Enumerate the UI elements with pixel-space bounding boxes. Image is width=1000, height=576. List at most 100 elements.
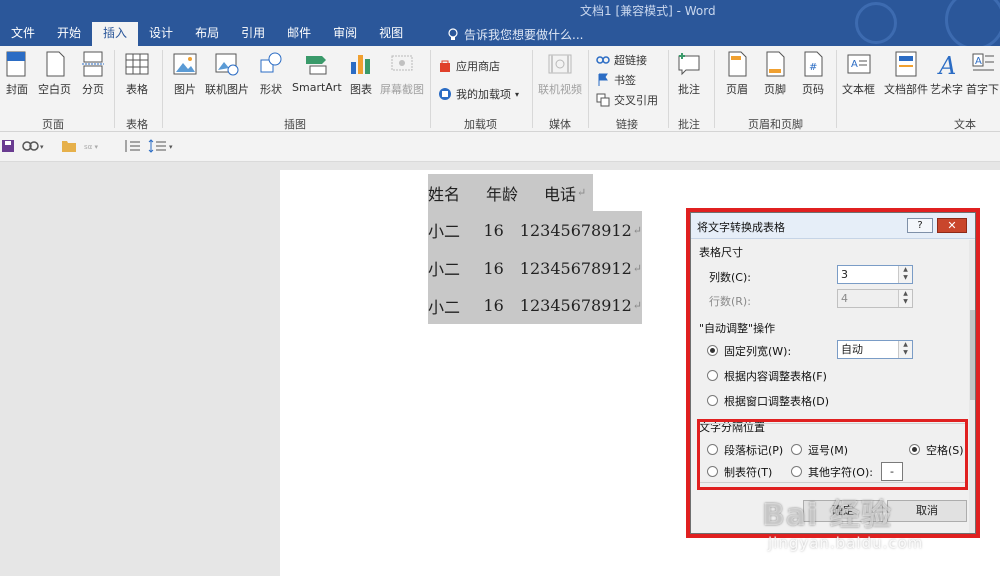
document-line-header[interactable]: 姓名 年龄 电话 ↵ (428, 174, 593, 211)
document-line[interactable]: 小二 16 12345678912 ↵ (428, 249, 642, 287)
tell-me-box[interactable]: 告诉我您想要做什么... (446, 26, 583, 43)
spinner-arrows-icon[interactable]: ▲ ▼ (898, 290, 912, 307)
lightbulb-icon (448, 27, 458, 40)
quick-access-toolbar: ▾ sα ▾ ▾ (0, 132, 1000, 162)
tell-me-text: 告诉我您想要做什么... (464, 28, 584, 42)
table-button[interactable]: 表格 (124, 50, 150, 97)
tab-layout[interactable]: 布局 (184, 22, 230, 46)
paragraph-mark: ↵ (632, 223, 642, 237)
cancel-button[interactable]: 取消 (887, 500, 967, 522)
tab-mailings[interactable]: 邮件 (276, 22, 322, 46)
picture-button[interactable]: 图片 (172, 50, 198, 97)
radio-fit-content[interactable] (707, 370, 718, 381)
quick-parts-button[interactable]: 文档部件 (884, 50, 928, 97)
tab-file[interactable]: 文件 (0, 22, 46, 46)
document-line[interactable]: 小二 16 12345678912 ↵ (428, 287, 642, 324)
baidu-watermark-logo: Bai 经验 (762, 498, 892, 533)
document-line[interactable]: 小二 16 12345678912 ↵ (428, 211, 642, 249)
my-addins-button[interactable]: 我的加载项 ▾ (438, 86, 519, 102)
indent-icon[interactable] (124, 138, 142, 154)
bookmark-icon (598, 73, 608, 86)
chart-icon (351, 55, 370, 74)
close-button[interactable]: ✕ (937, 218, 967, 233)
shapes-icon (260, 52, 282, 73)
group-label-addins: 加载项 (464, 118, 497, 131)
dialog-title-bar[interactable]: 将文字转换成表格 ? ✕ (691, 213, 975, 239)
svg-text:#: # (809, 62, 817, 73)
dropcap-button[interactable]: A 首字下 (966, 50, 999, 97)
fixed-width-label: 固定列宽(W): (724, 345, 792, 358)
ribbon-separator (430, 50, 431, 128)
group-label-comments: 批注 (678, 118, 700, 131)
cross-reference-button[interactable]: 交叉引用 (596, 92, 658, 108)
footer-icon (766, 51, 785, 77)
folder-icon[interactable] (62, 139, 76, 152)
decorative-circle (855, 2, 897, 44)
fit-content-label: 根据内容调整表格(F) (724, 370, 827, 383)
columns-spinner[interactable]: 3 ▲ ▼ (837, 265, 913, 284)
online-video-button[interactable]: 联机视频 (538, 50, 582, 97)
tab-design[interactable]: 设计 (138, 22, 184, 46)
screenshot-icon (391, 55, 413, 71)
svg-text:▾: ▾ (169, 143, 173, 151)
page-break-button[interactable]: 分页 (80, 50, 106, 97)
smartart-icon (305, 56, 327, 75)
shapes-button[interactable]: 形状 (258, 50, 284, 97)
comment-icon (678, 53, 700, 76)
decorative-circle (945, 0, 1000, 50)
store-button[interactable]: 应用商店 (438, 58, 500, 74)
help-button[interactable]: ? (907, 218, 933, 233)
wordart-button[interactable]: A 艺术字 (930, 50, 963, 97)
page-break-icon (82, 51, 104, 77)
cover-page-icon (6, 51, 26, 77)
screenshot-button[interactable]: 屏幕截图 (380, 50, 424, 97)
dialog-title: 将文字转换成表格 (697, 221, 785, 234)
group-label-links: 链接 (616, 118, 638, 131)
fixed-width-spinner[interactable]: 自动 ▲ ▼ (837, 340, 913, 359)
svg-text:A: A (937, 52, 956, 78)
scrollbar-thumb[interactable] (970, 310, 975, 400)
paragraph-mark: ↵ (632, 299, 642, 312)
comment-button[interactable]: 批注 (676, 50, 702, 97)
textbox-icon: A (847, 54, 870, 74)
tab-home[interactable]: 开始 (46, 22, 92, 46)
radio-fixed-width[interactable] (707, 345, 718, 356)
group-label-tables: 表格 (126, 118, 148, 131)
cross-reference-icon (596, 93, 610, 107)
section-autofit: "自动调整"操作 (699, 322, 776, 335)
footer-button[interactable]: 页脚 (762, 50, 788, 97)
cover-page-button[interactable]: 封面 (4, 50, 30, 97)
bookmark-button[interactable]: 书签 (596, 72, 636, 88)
section-table-size: 表格尺寸 (699, 246, 743, 259)
page-number-button[interactable]: # 页码 (800, 50, 826, 97)
rows-spinner[interactable]: 4 ▲ ▼ (837, 289, 913, 308)
chart-button[interactable]: 图表 (348, 50, 374, 97)
blank-page-button[interactable]: 空白页 (38, 50, 71, 97)
group-label-text: 文本 (954, 118, 976, 131)
dialog-scrollbar[interactable] (969, 240, 975, 533)
header-button[interactable]: 页眉 (724, 50, 750, 97)
save-icon[interactable] (2, 140, 14, 152)
tab-references[interactable]: 引用 (230, 22, 276, 46)
line-spacing-icon[interactable]: ▾ (148, 138, 178, 154)
ribbon-separator (532, 50, 533, 128)
rows-label: 行数(R): (709, 295, 751, 308)
hyperlink-button[interactable]: 超链接 (596, 52, 647, 68)
online-picture-button[interactable]: 联机图片 (205, 50, 249, 97)
columns-label: 列数(C): (709, 271, 751, 284)
tab-review[interactable]: 审阅 (322, 22, 368, 46)
sort-icon[interactable]: sα ▾ (84, 141, 106, 151)
spinner-arrows-icon[interactable]: ▲ ▼ (898, 266, 912, 283)
tab-insert[interactable]: 插入 (92, 22, 139, 46)
table-icon (125, 53, 149, 75)
tab-view[interactable]: 视图 (368, 22, 414, 46)
document-margin (0, 162, 280, 576)
radio-fit-window[interactable] (707, 395, 718, 406)
hyperlink-icon (596, 56, 610, 64)
group-label-header-footer: 页眉和页脚 (748, 118, 803, 131)
spinner-arrows-icon[interactable]: ▲ ▼ (898, 341, 912, 358)
textbox-button[interactable]: A 文本框 (842, 50, 875, 97)
smartart-button[interactable]: SmartArt (292, 50, 342, 94)
link-icon[interactable]: ▾ (22, 140, 46, 152)
header-icon (728, 51, 747, 77)
